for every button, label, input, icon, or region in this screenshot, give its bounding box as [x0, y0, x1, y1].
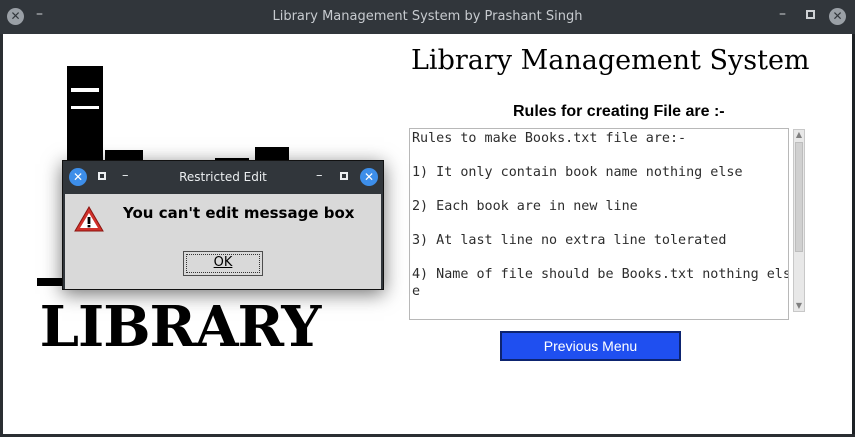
previous-menu-button[interactable]: Previous Menu — [500, 331, 681, 361]
dialog-close-icon-right[interactable]: ✕ — [360, 168, 378, 186]
restricted-edit-dialog: ✕ – Restricted Edit – ✕ You can't edit m… — [62, 160, 384, 290]
rules-line: Rules to make Books.txt file are:- — [412, 131, 687, 146]
window-close-icon-right[interactable]: ✕ — [829, 8, 846, 25]
rules-heading: Rules for creating File are :- — [513, 103, 725, 120]
rules-scrollbar[interactable]: ▲ ▼ — [793, 129, 805, 312]
rules-line: e — [412, 284, 421, 299]
ok-focus-ring — [186, 254, 260, 273]
dialog-message: You can't edit message box — [123, 204, 355, 222]
rules-line: 4) Name of file should be Books.txt noth… — [412, 267, 789, 282]
logo-text: LIBRARY — [39, 294, 322, 360]
window-title: Library Management System by Prashant Si… — [272, 9, 583, 24]
dialog-title: Restricted Edit — [179, 170, 267, 184]
warning-icon — [74, 206, 104, 232]
rules-line: 2) Each book are in new line — [412, 199, 638, 214]
dialog-body: You can't edit message box OK — [65, 194, 381, 289]
window-minimize-icon-right[interactable]: – — [779, 6, 786, 22]
scroll-down-icon[interactable]: ▼ — [794, 301, 804, 311]
app-title: Library Management System — [411, 45, 810, 76]
dialog-maximize-icon[interactable] — [340, 172, 348, 180]
scroll-thumb[interactable] — [795, 142, 803, 252]
window-titlebar[interactable]: ✕ – Library Management System by Prashan… — [0, 0, 855, 34]
ok-button[interactable]: OK — [183, 251, 263, 276]
window-maximize-icon[interactable] — [806, 10, 815, 19]
rules-line: 1) It only contain book name nothing els… — [412, 165, 743, 180]
scroll-up-icon[interactable]: ▲ — [794, 130, 804, 140]
dialog-titlebar[interactable]: ✕ – Restricted Edit – ✕ — [63, 161, 383, 194]
rules-textbox[interactable]: Rules to make Books.txt file are:- 1) It… — [409, 128, 789, 320]
rules-line: 3) At last line no extra line tolerated — [412, 233, 727, 248]
dialog-minimize-icon-right[interactable]: – — [316, 168, 323, 183]
